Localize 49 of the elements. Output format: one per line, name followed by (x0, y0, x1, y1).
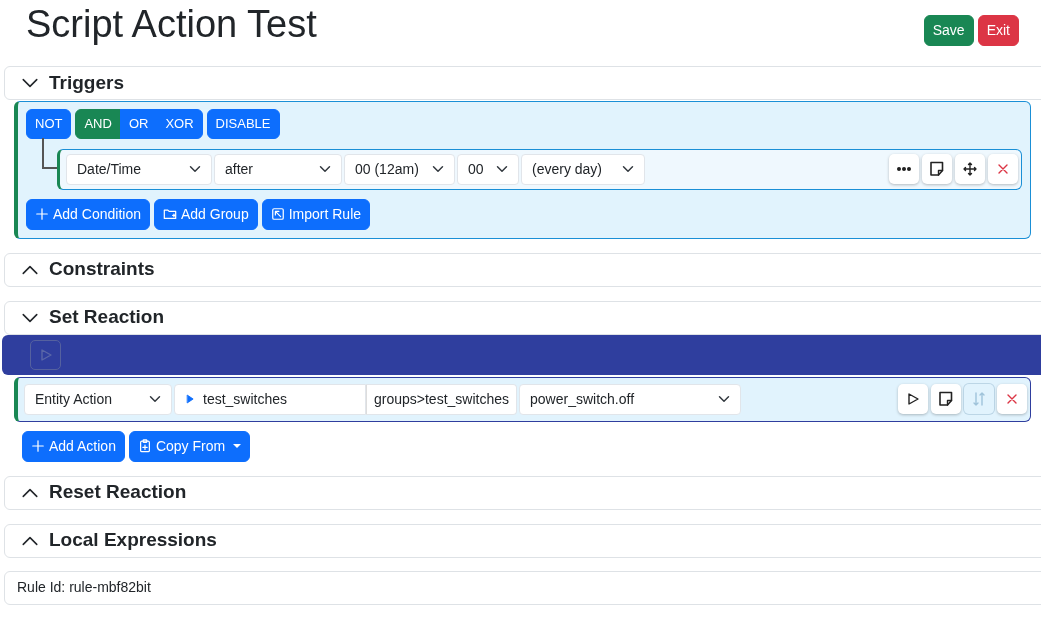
operator-button[interactable]: XOR (156, 109, 203, 139)
dropdown-select[interactable]: (every day) (521, 153, 645, 185)
dropdown-select[interactable]: 00 (12am) (344, 153, 455, 185)
run-button[interactable] (898, 384, 928, 414)
sticky-note-icon (929, 161, 945, 177)
section-header[interactable]: Triggers (4, 66, 1041, 100)
section-title: Triggers (49, 70, 124, 95)
dropdown-select[interactable]: after (214, 153, 342, 185)
dropdown-select[interactable]: Date/Time (66, 153, 212, 185)
swap-arrows-icon (971, 391, 987, 407)
play-icon (905, 391, 921, 407)
more-button[interactable] (889, 154, 919, 184)
section-header[interactable]: Reset Reaction (4, 475, 1041, 510)
note-button[interactable] (922, 154, 952, 184)
disable-button[interactable]: DISABLE (206, 109, 280, 139)
dropdown-button[interactable]: Copy From (128, 430, 250, 462)
operator-button[interactable]: OR (119, 109, 158, 139)
action-button[interactable]: Add Group (153, 198, 258, 230)
clipboard-icon (137, 439, 152, 453)
exit-button[interactable]: Exit (977, 15, 1019, 46)
plus-icon (31, 439, 45, 453)
note-button[interactable] (931, 384, 961, 414)
import-icon (270, 207, 285, 221)
add-button[interactable]: Add Condition (26, 198, 150, 230)
save-button[interactable]: Save (923, 15, 974, 46)
action-button[interactable]: Import Rule (261, 198, 371, 230)
section-header[interactable]: Constraints (4, 252, 1041, 287)
page-title: Script Action Test (26, 2, 317, 47)
section-header[interactable]: Local Expressions (4, 523, 1041, 558)
sticky-note-icon (938, 391, 954, 407)
expand-triangle-icon (185, 394, 195, 404)
section-title: Constraints (49, 257, 155, 282)
dropdown-select[interactable]: Entity Action (24, 383, 172, 415)
rule-id-text: Rule Id: rule-mbf82bit (4, 570, 1041, 605)
add-button[interactable]: Add Action (22, 430, 125, 462)
not-button[interactable]: NOT (26, 109, 72, 139)
entity-path: groups>test_switches (366, 383, 518, 415)
plus-icon (35, 207, 49, 221)
folder-icon (162, 207, 177, 221)
section-title: Reset Reaction (49, 480, 187, 505)
dropdown-select[interactable]: 00 (457, 153, 519, 185)
section-title: Set Reaction (49, 305, 165, 330)
dropdown-select[interactable]: power_switch.off (519, 383, 742, 415)
operator-button[interactable]: AND (75, 109, 121, 139)
entity-field[interactable]: test_switches (174, 383, 366, 415)
move-button[interactable] (955, 154, 985, 184)
section-title: Local Expressions (49, 528, 217, 553)
move-arrows-icon (962, 161, 978, 177)
section-header[interactable]: Set Reaction (4, 300, 1041, 335)
